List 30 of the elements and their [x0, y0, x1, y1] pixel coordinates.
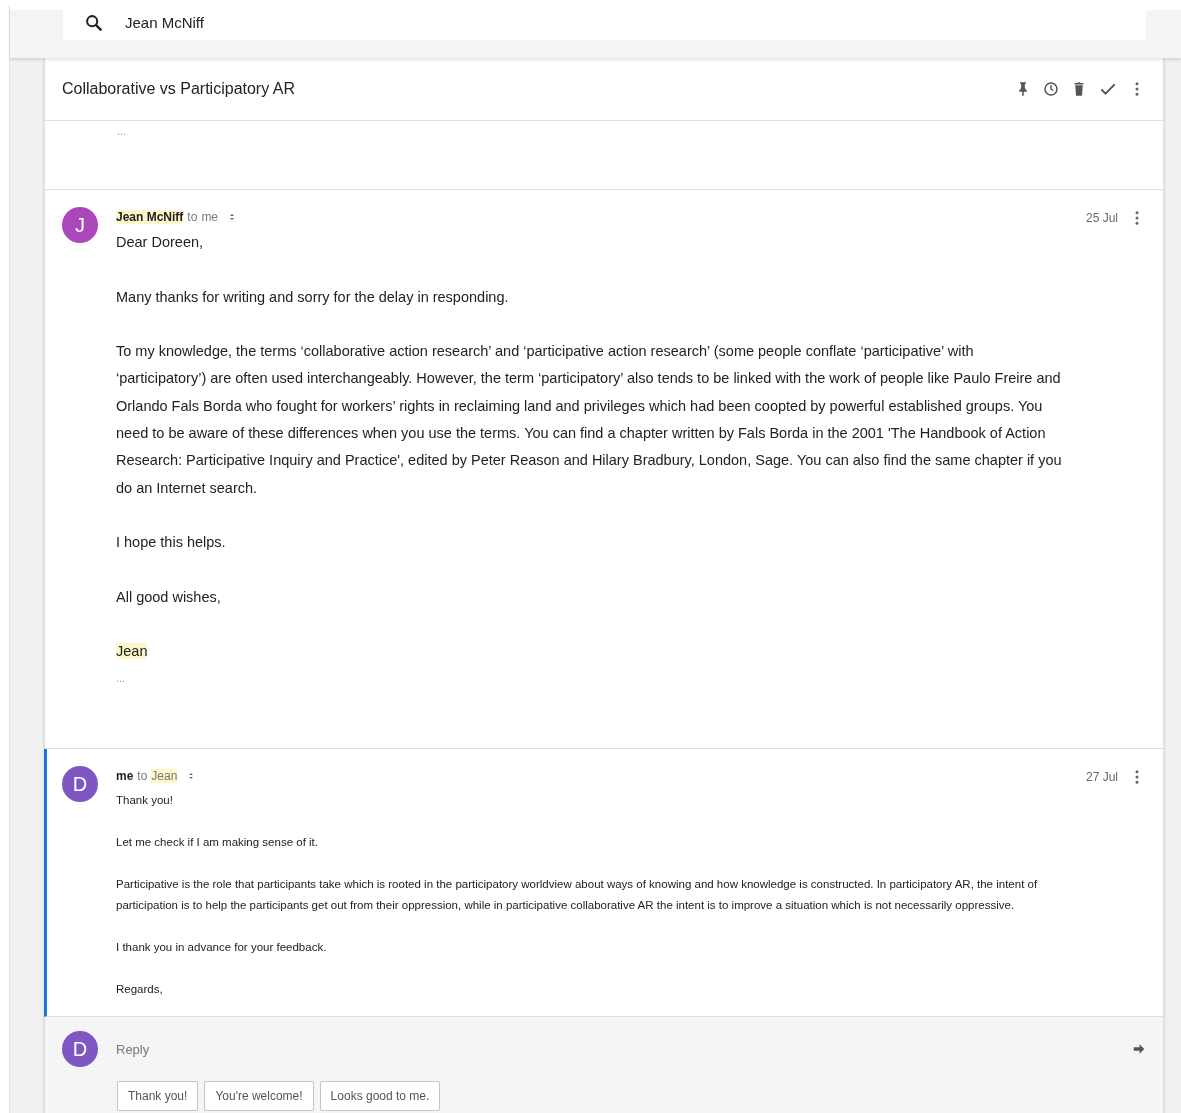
message-paragraph: All good wishes,: [116, 588, 221, 605]
to-label: to: [187, 210, 198, 224]
sender-name: me: [116, 769, 134, 783]
avatar: D: [62, 766, 98, 802]
sender-name: Jean McNiff: [116, 210, 184, 224]
message-paragraph: Dear Doreen,: [116, 234, 204, 250]
recipient-name: me: [201, 210, 219, 224]
message-paragraph: I hope this helps.: [116, 534, 226, 551]
search-field[interactable]: Jean McNiff: [63, 5, 1146, 40]
forward-arrow-icon[interactable]: [1132, 1042, 1146, 1056]
message-date: 25 Jul: [1085, 210, 1118, 227]
reply-field[interactable]: Reply: [116, 1041, 1132, 1057]
message-paragraph: Regards,: [116, 983, 163, 995]
message-paragraph: Participative is the role that participants take which is rooted in the participatory worldview about ways of knowing and how knowledge is constructed. In participatory AR, the intent of participation is to help the participants get out from their oppression, while in participative collaborative AR the intent is to improve a situation which is not necessarily oppressive.: [116, 878, 1038, 911]
suggested-reply-button[interactable]: Thank you!: [117, 1081, 199, 1111]
to-label: to: [137, 769, 148, 783]
message-paragraph: To my knowledge, the terms ‘collaborative action research’ and ‘participative action research’ (some people conflate ‘participative’ with ‘participatory’) are often used interchangeably. However, the term ‘participatory’ also tends to be linked with the work of people like Paulo Freire and Orlando Fals Borda who fought for workers’ rights in reclaiming land and privileges which had been coopted by powerful established groups. You need to be aware of these differences when you use the terms. You can find a chapter written by Fals Borda in the 2001 'The Handbook of Action Research: Participative Inquiry and Practice', edited by Peter Reason and Hilary Bradbury, London, Sage. You can also find the same chapter if you do an Internet search.: [116, 343, 1062, 496]
recipient-name: Jean: [151, 769, 178, 783]
message-paragraph: Thank you!: [116, 794, 173, 806]
clock-icon[interactable]: [1042, 80, 1060, 98]
avatar: J: [62, 207, 98, 243]
message-paragraph: Many thanks for writing and sorry for the delay in responding.: [116, 288, 509, 305]
subject-title: Collaborative vs Participatory AR: [62, 80, 295, 98]
message-paragraph: I thank you in advance for your feedback.: [116, 941, 327, 953]
message-paragraph: Let me check if I am making sense of it.: [116, 836, 318, 848]
message-paragraph: Jean: [116, 643, 148, 660]
suggested-reply-button[interactable]: You're welcome!: [204, 1081, 314, 1111]
avatar: D: [62, 1031, 98, 1067]
suggested-reply-button[interactable]: Looks good to me.: [319, 1081, 441, 1111]
message-date: 27 Jul: [1085, 769, 1118, 786]
